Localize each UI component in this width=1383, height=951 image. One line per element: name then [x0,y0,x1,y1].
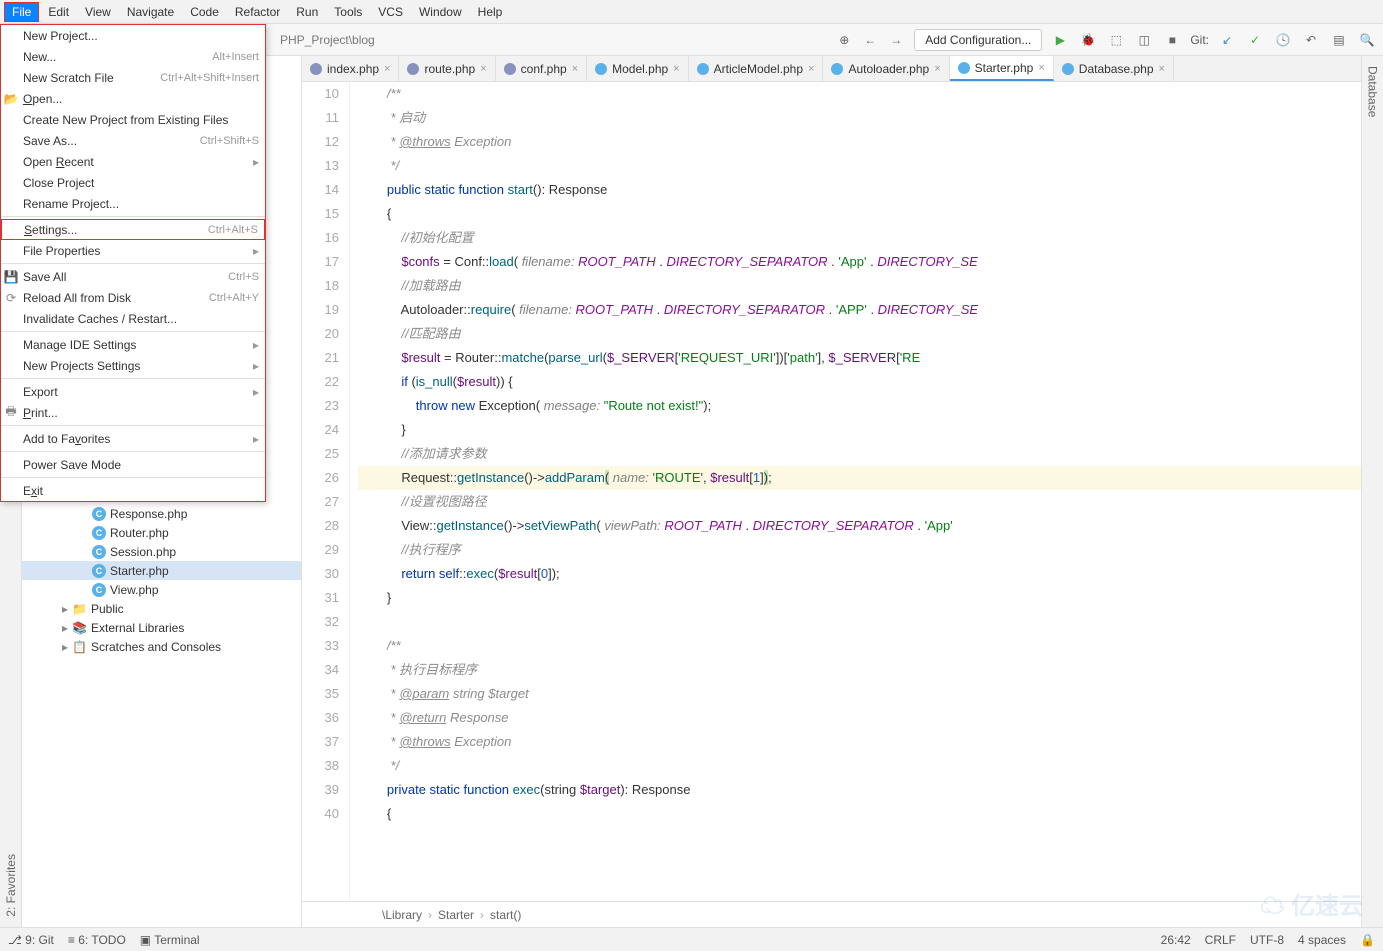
menu-vcs[interactable]: VCS [371,3,410,21]
line-gutter: 1011121314151617181920212223242526272829… [302,82,350,901]
lock-icon[interactable]: 🔒 [1360,933,1375,947]
menu-item-open-recent[interactable]: Open Recent▸ [1,151,265,172]
menu-navigate[interactable]: Navigate [120,3,181,21]
menu-item-new-project-[interactable]: New Project... [1,25,265,46]
tab-index-php[interactable]: index.php× [302,56,399,81]
menu-item-new-[interactable]: New...Alt+Insert [1,46,265,67]
git-update-icon[interactable]: ↙ [1217,30,1237,50]
menu-item-export[interactable]: Export▸ [1,381,265,402]
menu-item-new-projects-settings[interactable]: New Projects Settings▸ [1,355,265,376]
coverage-icon[interactable]: ⬚ [1106,30,1126,50]
add-icon[interactable]: ⊕ [834,30,854,50]
tab-Starter-php[interactable]: Starter.php× [950,56,1054,81]
menu-code[interactable]: Code [183,3,226,21]
debug-icon[interactable]: 🐞 [1078,30,1098,50]
status-cursor-position[interactable]: 26:42 [1161,933,1191,947]
git-label: Git: [1190,33,1209,47]
close-icon[interactable]: × [384,63,390,75]
menu-item-power-save-mode[interactable]: Power Save Mode [1,454,265,475]
close-icon[interactable]: × [480,63,486,75]
menu-item-create-new-project-from-existing-files[interactable]: Create New Project from Existing Files [1,109,265,130]
menu-file[interactable]: File [4,2,39,22]
search-icon[interactable]: 🔍 [1357,30,1377,50]
close-icon[interactable]: × [808,63,814,75]
menu-tools[interactable]: Tools [327,3,369,21]
menu-window[interactable]: Window [412,3,469,21]
menu-item-new-scratch-file[interactable]: New Scratch FileCtrl+Alt+Shift+Insert [1,67,265,88]
back-icon[interactable]: ← [860,30,880,50]
menu-refactor[interactable]: Refactor [228,3,287,21]
menu-bar: File Edit View Navigate Code Refactor Ru… [0,0,1383,24]
favorites-tool-button[interactable]: 2: Favorites [4,844,18,927]
code-area[interactable]: /** * 启动 * @throws Exception */ public s… [350,82,1361,901]
menu-view[interactable]: View [78,3,118,21]
menu-item-open-[interactable]: 📂Open... [1,88,265,109]
menu-item-settings-[interactable]: Settings...Ctrl+Alt+S [1,219,265,240]
git-commit-icon[interactable]: ✓ [1245,30,1265,50]
menu-item-add-to-favorites[interactable]: Add to Favorites▸ [1,428,265,449]
close-icon[interactable]: × [673,63,679,75]
code-editor[interactable]: 1011121314151617181920212223242526272829… [302,82,1361,901]
status-terminal-button[interactable]: ▣ Terminal [140,933,200,947]
breadcrumb-path: PHP_Project\blog [280,33,375,47]
forward-icon[interactable]: → [886,30,906,50]
status-bar: ⎇ 9: Git ≡ 6: TODO ▣ Terminal 26:42 CRLF… [0,927,1383,951]
project-file-View-php[interactable]: CView.php [22,580,301,599]
status-git-button[interactable]: ⎇ 9: Git [8,933,54,947]
tab-conf-php[interactable]: conf.php× [496,56,587,81]
menu-item-reload-all-from-disk[interactable]: ⟳Reload All from DiskCtrl+Alt+Y [1,287,265,308]
watermark-icon: ☁ 亿速云 [1260,886,1363,921]
close-icon[interactable]: × [1038,62,1044,74]
menu-item-close-project[interactable]: Close Project [1,172,265,193]
stop-icon[interactable]: ■ [1162,30,1182,50]
project-file-Session-php[interactable]: CSession.php [22,542,301,561]
close-icon[interactable]: × [934,63,940,75]
menu-item-manage-ide-settings[interactable]: Manage IDE Settings▸ [1,334,265,355]
menu-item-save-as-[interactable]: Save As...Ctrl+Shift+S [1,130,265,151]
breadcrumb-bottom[interactable]: \Library › Starter › start() [302,901,1361,927]
project-root-external-libraries[interactable]: ▸ 📚 External Libraries [22,618,301,637]
project-file-Starter-php[interactable]: CStarter.php [22,561,301,580]
tab-Model-php[interactable]: Model.php× [587,56,688,81]
editor-pan el: index.php×route.php×conf.php×Model.php×A… [302,56,1361,927]
status-encoding[interactable]: UTF-8 [1250,933,1284,947]
project-root-public[interactable]: ▸ 📁 Public [22,599,301,618]
close-icon[interactable]: × [1159,63,1165,75]
run-icon[interactable]: ▶ [1050,30,1070,50]
database-tool-button[interactable]: Database [1366,56,1380,127]
menu-item-rename-project-[interactable]: Rename Project... [1,193,265,214]
tab-route-php[interactable]: route.php× [399,56,495,81]
profile-icon[interactable]: ◫ [1134,30,1154,50]
git-revert-icon[interactable]: ↶ [1301,30,1321,50]
tab-ArticleModel-php[interactable]: ArticleModel.php× [689,56,824,81]
project-file-Response-php[interactable]: CResponse.php [22,504,301,523]
menu-item-invalidate-caches-restart-[interactable]: Invalidate Caches / Restart... [1,308,265,329]
menu-help[interactable]: Help [471,3,510,21]
menu-edit[interactable]: Edit [41,3,76,21]
menu-item-file-properties[interactable]: File Properties▸ [1,240,265,261]
add-configuration-button[interactable]: Add Configuration... [914,29,1042,51]
menu-item-print-[interactable]: 🖶Print... [1,402,265,423]
close-icon[interactable]: × [572,63,578,75]
right-tool-rail: Database [1361,56,1383,927]
project-file-Router-php[interactable]: CRouter.php [22,523,301,542]
menu-run[interactable]: Run [289,3,325,21]
editor-tabs: index.php×route.php×conf.php×Model.php×A… [302,56,1361,82]
status-todo-button[interactable]: ≡ 6: TODO [68,933,126,947]
breadcrumb-item[interactable]: \Library [382,908,422,922]
chevron-right-icon: › [428,908,432,922]
tab-Autoloader-php[interactable]: Autoloader.php× [823,56,949,81]
status-indent[interactable]: 4 spaces [1298,933,1346,947]
menu-item-save-all[interactable]: 💾Save AllCtrl+S [1,266,265,287]
breadcrumb-item[interactable]: start() [490,908,521,922]
structure-icon[interactable]: ▤ [1329,30,1349,50]
menu-item-exit[interactable]: Exit [1,480,265,501]
chevron-right-icon: › [480,908,484,922]
breadcrumb-item[interactable]: Starter [438,908,474,922]
file-dropdown: New Project...New...Alt+InsertNew Scratc… [0,24,266,502]
git-history-icon[interactable]: 🕓 [1273,30,1293,50]
project-root-scratches-and-consoles[interactable]: ▸ 📋 Scratches and Consoles [22,637,301,656]
status-line-ending[interactable]: CRLF [1205,933,1236,947]
tab-Database-php[interactable]: Database.php× [1054,56,1174,81]
